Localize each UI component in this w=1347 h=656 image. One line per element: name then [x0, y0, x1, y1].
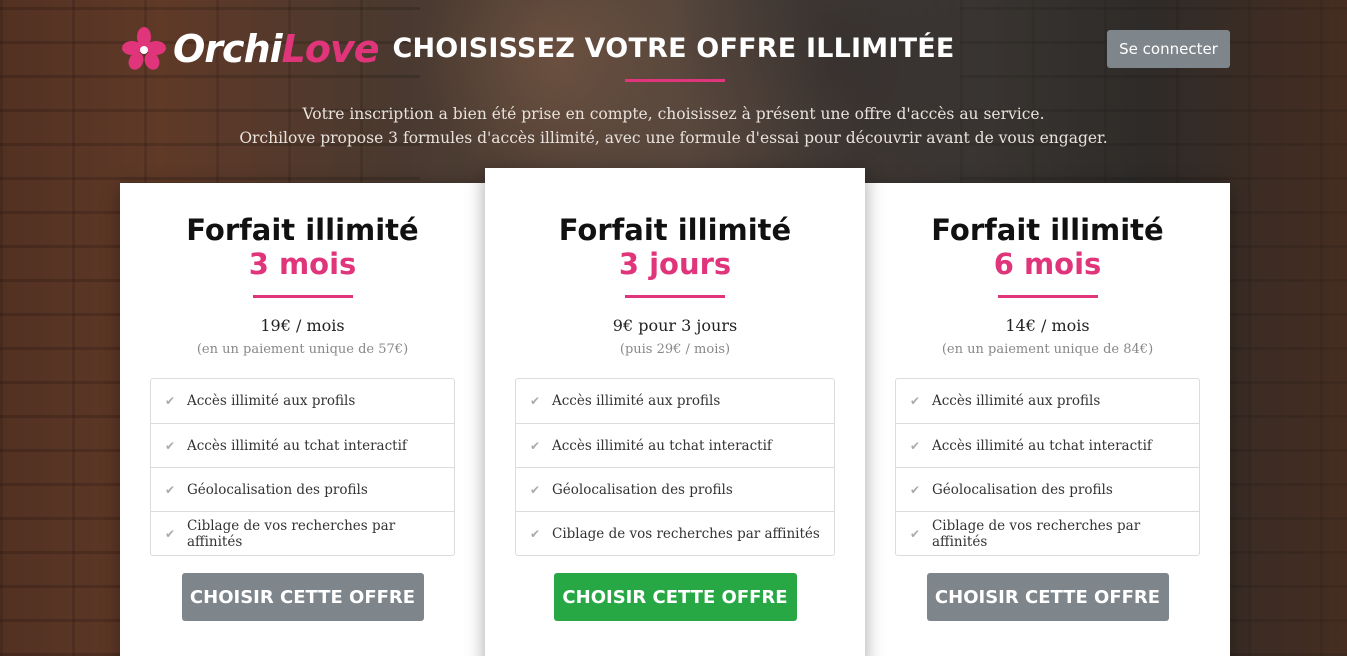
feature-label: Accès illimité aux profils [932, 393, 1101, 409]
check-icon: ✔ [165, 438, 176, 453]
feature-list: ✔ Accès illimité aux profils ✔ Accès illim… [150, 378, 455, 556]
feature-label: Ciblage de vos recherches par affinités [186, 517, 396, 550]
feature-label: Ciblage de vos recherches par affinités [931, 517, 1141, 550]
check-icon: ✔ [165, 394, 176, 408]
login-button[interactable]: Se connecter [1107, 30, 1230, 68]
feature-item: ✔ Ciblage de vos recherches par affinités [896, 511, 1199, 555]
title-underline [625, 79, 725, 82]
feature-label: Accès illimité au tchat interactif [552, 437, 772, 454]
feature-list: ✔ Accès illimité aux profils ✔ Accès illim… [515, 378, 835, 556]
feature-label: Ciblage de vos recherches par affinités [552, 525, 820, 542]
plan-price: 9€ pour 3 jours [612, 316, 738, 335]
check-icon: ✔ [910, 526, 921, 541]
plan-duration: 6 mois [993, 247, 1102, 281]
feature-label: Géolocalisation des profils [187, 481, 368, 498]
choose-plan-button[interactable]: CHOISIR CETTE OFFRE [926, 573, 1169, 621]
feature-item: ✔ Accès illimité aux profils [516, 379, 834, 423]
feature-item: ✔ Accès illimité aux profils [151, 379, 454, 423]
check-icon: ✔ [910, 394, 921, 408]
check-icon: ✔ [530, 526, 541, 541]
feature-label: Accès illimité au tchat interactif [932, 437, 1152, 454]
plan-price: 19€ / mois [260, 316, 345, 335]
plan-title: Forfait illimité [558, 213, 792, 247]
plan-card-3-mois: Forfait illimité 3 mois 19€ / mois (en u… [120, 183, 485, 656]
intro-text: Votre inscription a bien été prise en co… [0, 102, 1347, 150]
feature-item: ✔ Ciblage de vos recherches par affinités [151, 511, 454, 555]
feature-label: Accès illimité aux profils [187, 393, 356, 409]
plan-price-note: (en un paiement unique de 57€) [196, 342, 409, 357]
plan-price: 14€ / mois [1005, 316, 1090, 335]
feature-item: ✔ Accès illimité au tchat interactif [151, 423, 454, 467]
choose-plan-button[interactable]: CHOISIR CETTE OFFRE [181, 573, 424, 621]
plan-duration: 3 mois [248, 247, 357, 281]
intro-line-2: Orchilove propose 3 formules d'accès ill… [239, 129, 1108, 147]
plan-divider [252, 295, 353, 298]
intro-line-1: Votre inscription a bien été prise en co… [302, 105, 1045, 123]
feature-item: ✔ Géolocalisation des profils [151, 467, 454, 511]
check-icon: ✔ [910, 438, 921, 453]
feature-item: ✔ Accès illimité au tchat interactif [516, 423, 834, 467]
check-icon: ✔ [530, 438, 541, 453]
plan-divider [625, 295, 725, 298]
feature-item: ✔ Géolocalisation des profils [516, 467, 834, 511]
feature-item: ✔ Géolocalisation des profils [896, 467, 1199, 511]
plan-price-note: (puis 29€ / mois) [619, 342, 731, 357]
check-icon: ✔ [910, 482, 921, 497]
plan-divider [997, 295, 1098, 298]
check-icon: ✔ [530, 394, 541, 408]
plan-card-3-jours: Forfait illimité 3 jours 9€ pour 3 jours… [485, 168, 865, 656]
check-icon: ✔ [530, 482, 541, 497]
feature-item: ✔ Ciblage de vos recherches par affinités [516, 511, 834, 555]
plan-duration: 3 jours [618, 247, 732, 281]
feature-label: Géolocalisation des profils [932, 481, 1113, 498]
feature-list: ✔ Accès illimité aux profils ✔ Accès illim… [895, 378, 1200, 556]
plan-card-6-mois: Forfait illimité 6 mois 14€ / mois (en u… [865, 183, 1230, 656]
feature-label: Accès illimité aux profils [552, 393, 721, 409]
choose-plan-button[interactable]: CHOISIR CETTE OFFRE [553, 573, 797, 621]
plan-price-note: (en un paiement unique de 84€) [941, 342, 1154, 357]
feature-label: Accès illimité au tchat interactif [187, 437, 407, 454]
feature-label: Géolocalisation des profils [552, 481, 733, 498]
feature-item: ✔ Accès illimité aux profils [896, 379, 1199, 423]
plan-title: Forfait illimité [186, 213, 419, 247]
check-icon: ✔ [165, 526, 176, 541]
feature-item: ✔ Accès illimité au tchat interactif [896, 423, 1199, 467]
check-icon: ✔ [165, 482, 176, 497]
plan-title: Forfait illimité [931, 213, 1164, 247]
